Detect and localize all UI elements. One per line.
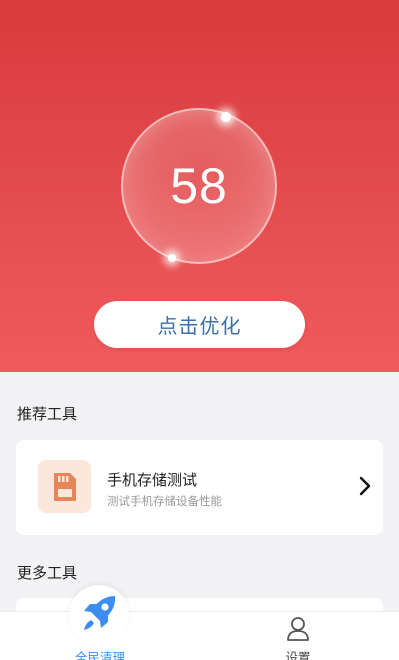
sd-card-icon — [38, 460, 91, 513]
nav-settings-label: 设置 — [285, 650, 311, 660]
tool-description: 测试手机存储设备性能 — [107, 494, 222, 508]
tool-name: 手机存储测试 — [107, 471, 198, 489]
nav-home-label: 全民清理 — [74, 650, 125, 660]
storage-test-card[interactable]: 手机存储测试 测试手机存储设备性能 — [16, 440, 383, 535]
bottom-nav: 全民清理 设置 — [0, 585, 399, 660]
chevron-right-icon — [359, 476, 371, 496]
user-icon — [287, 617, 309, 641]
hero-panel: 58 点击优化 — [0, 0, 399, 372]
more-tools-title: 更多工具 — [17, 564, 78, 582]
score-ring: 58 — [121, 108, 277, 264]
score-value: 58 — [170, 158, 228, 214]
rocket-icon — [69, 585, 129, 645]
app-screen: 58 点击优化 推荐工具 手机存储测试 测试手机存储设备性能 更多工具 全民清理… — [0, 0, 399, 660]
nav-settings-tab[interactable]: 设置 — [258, 612, 338, 660]
nav-home-tab[interactable]: 全民清理 — [55, 585, 145, 660]
recommended-tools-title: 推荐工具 — [17, 405, 78, 423]
optimize-button[interactable]: 点击优化 — [94, 301, 305, 348]
